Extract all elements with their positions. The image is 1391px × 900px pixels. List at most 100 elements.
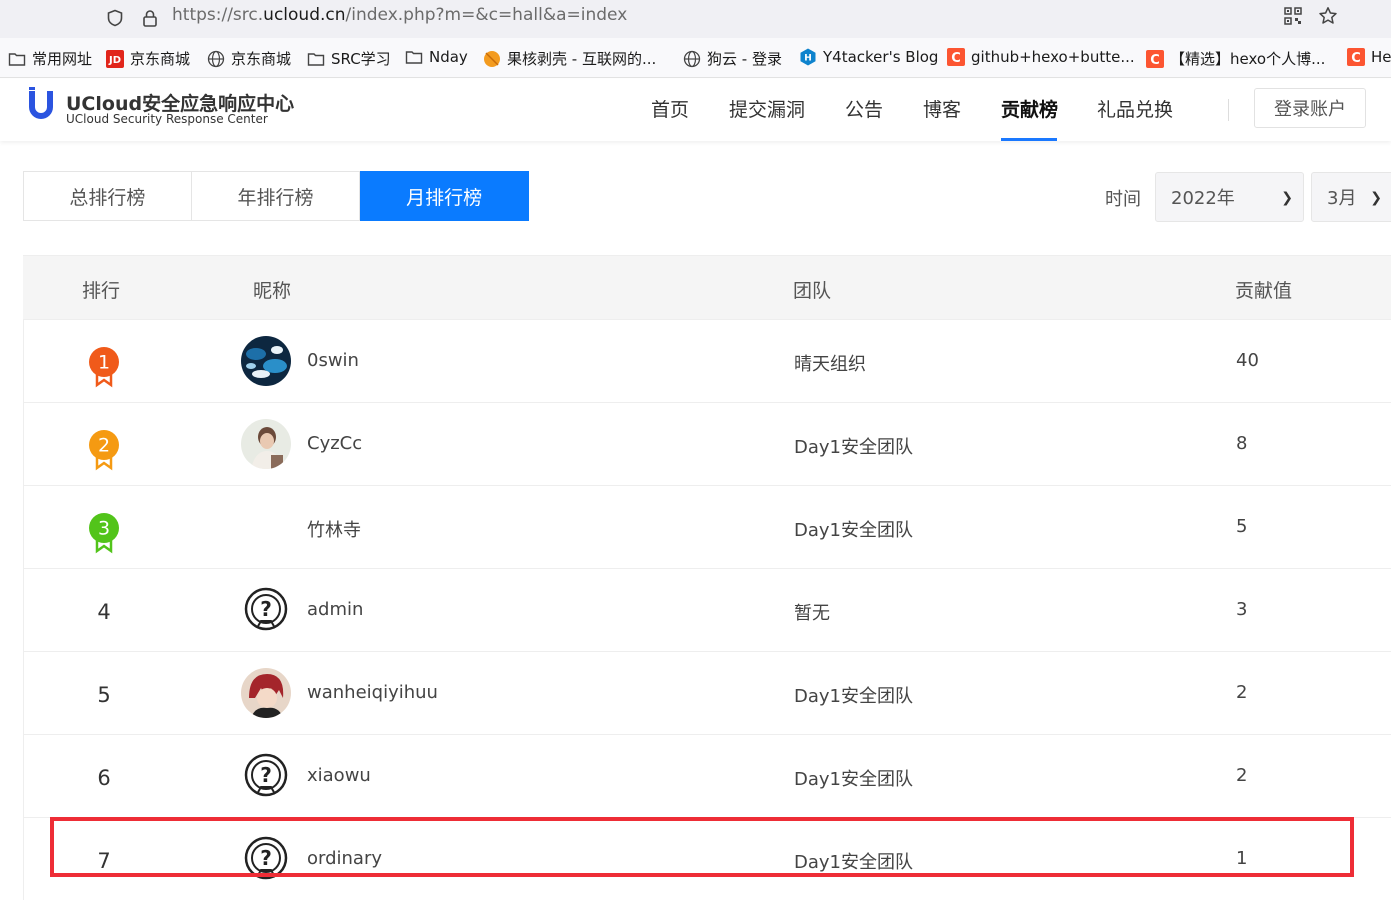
bookmark-item[interactable]: 京东商城 <box>207 48 291 69</box>
bookmarks-bar: 常用网址 JD 京东商城 京东商城 SRC学习 Nday 果核剥壳 - 互联网的… <box>0 38 1391 78</box>
csdn-icon: C <box>947 48 965 66</box>
star-icon[interactable] <box>1318 6 1338 26</box>
nav-announcements[interactable]: 公告 <box>845 95 883 122</box>
nav-active-indicator <box>1001 138 1057 141</box>
lock-icon[interactable] <box>141 9 159 27</box>
bookmark-item[interactable]: H Y4tacker's Blog <box>799 48 938 66</box>
bookmark-item[interactable]: 常用网址 <box>8 48 92 69</box>
globe-icon <box>683 50 701 67</box>
header-score: 贡献值 <box>1235 280 1293 302</box>
score-value: 5 <box>1236 516 1248 537</box>
score-value: 2 <box>1236 682 1248 703</box>
nav-gift-exchange[interactable]: 礼品兑换 <box>1097 95 1173 122</box>
login-button[interactable]: 登录账户 <box>1254 88 1366 128</box>
chevron-down-icon: ❯ <box>1281 190 1293 206</box>
score-value: 8 <box>1236 433 1248 454</box>
nav-blog[interactable]: 博客 <box>923 95 961 122</box>
svg-text:C: C <box>1150 53 1160 68</box>
rank-number: 4 <box>97 600 111 624</box>
team-name: Day1安全团队 <box>794 769 913 790</box>
team-name: Day1安全团队 <box>794 520 913 541</box>
nickname[interactable]: admin <box>307 599 363 620</box>
month-select[interactable]: 3月 ❯ <box>1311 172 1391 222</box>
team-name: Day1安全团队 <box>794 686 913 707</box>
chevron-down-icon: ❯ <box>1370 190 1382 206</box>
nickname[interactable]: wanheiqiyihuu <box>307 682 438 703</box>
highlight-box <box>50 817 1354 877</box>
bookmark-item[interactable]: C He <box>1347 48 1391 66</box>
table-header: 排行 昵称 团队 贡献值 <box>23 255 1391 319</box>
csdn-icon: C <box>1146 49 1164 68</box>
medal-rank-text: 2 <box>98 435 110 457</box>
table-row[interactable]: 2 CyzCc Day1安全团队 8 <box>23 402 1391 485</box>
shield-icon[interactable] <box>106 9 124 27</box>
hexo-icon: H <box>800 48 816 66</box>
time-label: 时间 <box>1105 189 1141 210</box>
photo-avatar-image <box>241 419 291 469</box>
ranking-tabs: 总排行榜 年排行榜 月排行榜 <box>23 171 530 221</box>
svg-text:C: C <box>1351 51 1361 66</box>
medal-rank-text: 3 <box>98 518 110 540</box>
leaderboard-table: 排行 昵称 团队 贡献值 1 0swin 晴天组织 40 2 CyzCc Day… <box>23 255 1391 900</box>
dark-avatar-image <box>241 336 291 386</box>
qr-code-icon[interactable] <box>1284 7 1302 25</box>
default-avatar-icon: ? <box>241 585 291 635</box>
default-avatar-icon: ? <box>241 751 291 801</box>
medal-rank-text: 1 <box>98 352 110 374</box>
orange-icon <box>484 50 500 67</box>
year-select[interactable]: 2022年 ❯ <box>1155 172 1304 222</box>
nav-home[interactable]: 首页 <box>651 95 689 122</box>
avatar[interactable] <box>241 668 291 718</box>
bookmark-item[interactable]: Nday <box>405 48 468 66</box>
header-nickname: 昵称 <box>253 280 292 302</box>
jd-icon: JD <box>106 49 124 68</box>
globe-icon <box>207 50 225 67</box>
table-row[interactable]: 1 0swin 晴天组织 40 <box>23 319 1391 402</box>
nickname[interactable]: 竹林寺 <box>307 516 361 542</box>
avatar[interactable]: ? <box>241 585 291 635</box>
browser-toolbar: https://src.ucloud.cn/index.php?m=&c=hal… <box>0 0 1391 38</box>
folder-icon <box>307 52 325 66</box>
tab-monthly-ranking[interactable]: 月排行榜 <box>360 171 530 221</box>
bookmark-item[interactable]: C github+hexo+butte... <box>947 48 1135 66</box>
bronze-medal-icon: 3 <box>89 513 119 554</box>
score-value: 3 <box>1236 599 1248 620</box>
table-row[interactable]: 4 ? admin 暂无 3 <box>23 568 1391 651</box>
bookmark-item[interactable]: 果核剥壳 - 互联网的... <box>483 48 656 69</box>
nickname[interactable]: 0swin <box>307 350 359 371</box>
nickname[interactable]: CyzCc <box>307 433 362 454</box>
table-row[interactable]: 3 竹林寺 Day1安全团队 5 <box>23 485 1391 568</box>
header-rank: 排行 <box>82 280 121 302</box>
bookmark-item[interactable]: C 【精选】hexo个人博... <box>1146 48 1325 69</box>
tab-yearly-ranking[interactable]: 年排行榜 <box>191 171 361 221</box>
team-name: 晴天组织 <box>794 354 866 375</box>
nav-leaderboard[interactable]: 贡献榜 <box>1001 95 1058 122</box>
score-value: 2 <box>1236 765 1248 786</box>
nickname[interactable]: xiaowu <box>307 765 371 786</box>
avatar[interactable] <box>241 336 291 386</box>
bookmark-item[interactable]: 狗云 - 登录 <box>683 48 782 69</box>
folder-icon <box>405 51 423 64</box>
table-row[interactable]: 5 wanheiqiyihuu Day1安全团队 2 <box>23 651 1391 734</box>
bookmark-item[interactable]: SRC学习 <box>307 48 391 69</box>
header-team: 团队 <box>793 280 832 302</box>
svg-text:?: ? <box>260 763 272 787</box>
svg-text:?: ? <box>260 597 272 621</box>
svg-text:C: C <box>951 51 961 66</box>
rank-number: 6 <box>97 766 111 790</box>
gold-medal-icon: 1 <box>89 347 119 388</box>
ucloud-logo-icon[interactable] <box>26 87 56 121</box>
csdn-icon: C <box>1347 48 1365 66</box>
bookmark-item[interactable]: JD 京东商城 <box>106 48 190 69</box>
tab-overall-ranking[interactable]: 总排行榜 <box>23 171 192 221</box>
svg-text:JD: JD <box>108 55 121 66</box>
avatar[interactable] <box>241 419 291 469</box>
team-name: Day1安全团队 <box>794 437 913 458</box>
team-name: 暂无 <box>794 603 830 624</box>
table-row[interactable]: 6 ? xiaowu Day1安全团队 2 <box>23 734 1391 817</box>
logo-subtitle: UCloud Security Response Center <box>66 112 268 126</box>
url-text[interactable]: https://src.ucloud.cn/index.php?m=&c=hal… <box>172 5 627 25</box>
avatar[interactable]: ? <box>241 751 291 801</box>
rank-number: 5 <box>97 683 111 707</box>
nav-submit-vuln[interactable]: 提交漏洞 <box>729 95 805 122</box>
